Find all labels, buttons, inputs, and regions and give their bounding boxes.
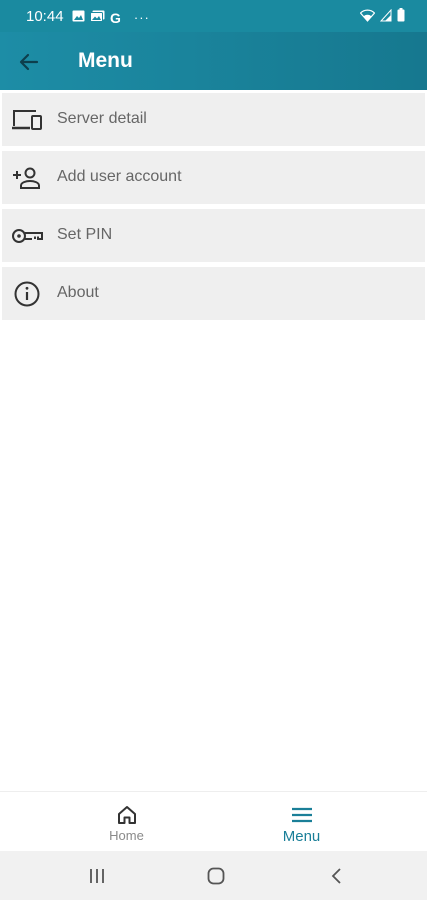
battery-icon <box>397 8 405 27</box>
nav-label-menu: Menu <box>282 828 321 845</box>
system-home-button[interactable] <box>201 863 231 889</box>
wifi-icon <box>359 9 376 27</box>
recent-apps-button[interactable] <box>82 863 112 889</box>
menu-item-add-user-account[interactable]: Add user account <box>2 151 425 204</box>
add-person-icon <box>10 164 44 192</box>
key-icon <box>10 222 44 250</box>
chevron-left-icon <box>331 868 341 884</box>
devices-icon <box>10 106 44 134</box>
menu-item-label: Server detail <box>57 110 147 127</box>
menu-item-set-pin[interactable]: Set PIN <box>2 209 425 262</box>
signal-icon <box>379 8 392 27</box>
nav-item-menu[interactable]: Menu <box>195 792 408 852</box>
home-icon <box>115 804 139 826</box>
back-button[interactable] <box>14 47 44 77</box>
system-home-icon <box>207 867 225 885</box>
image-notification-icon <box>72 9 85 27</box>
status-notification-icons: G ··· <box>72 9 150 27</box>
status-bar: 10:44 G ··· <box>0 0 427 32</box>
menu-item-about[interactable]: About <box>2 267 425 320</box>
recent-apps-icon <box>90 869 104 883</box>
menu-list: Server detail Add user account Set PIN A… <box>0 93 427 325</box>
menu-item-label: About <box>57 284 99 301</box>
status-time: 10:44 <box>26 8 64 25</box>
app-bar: Menu <box>0 32 427 90</box>
system-navigation-bar <box>0 851 427 900</box>
bottom-navigation: Home Menu <box>0 791 427 851</box>
google-notification-icon: G <box>110 10 121 26</box>
more-notifications-icon: ··· <box>133 10 150 25</box>
info-icon <box>10 280 44 308</box>
arrow-back-icon <box>19 53 39 71</box>
page-title: Menu <box>78 49 133 72</box>
gallery-notification-icon <box>90 9 105 27</box>
status-system-icons <box>359 8 405 27</box>
menu-lines-icon <box>290 804 314 826</box>
menu-item-server-detail[interactable]: Server detail <box>2 93 425 146</box>
menu-item-label: Set PIN <box>57 226 113 243</box>
system-back-button[interactable] <box>321 863 351 889</box>
menu-item-label: Add user account <box>57 168 182 185</box>
